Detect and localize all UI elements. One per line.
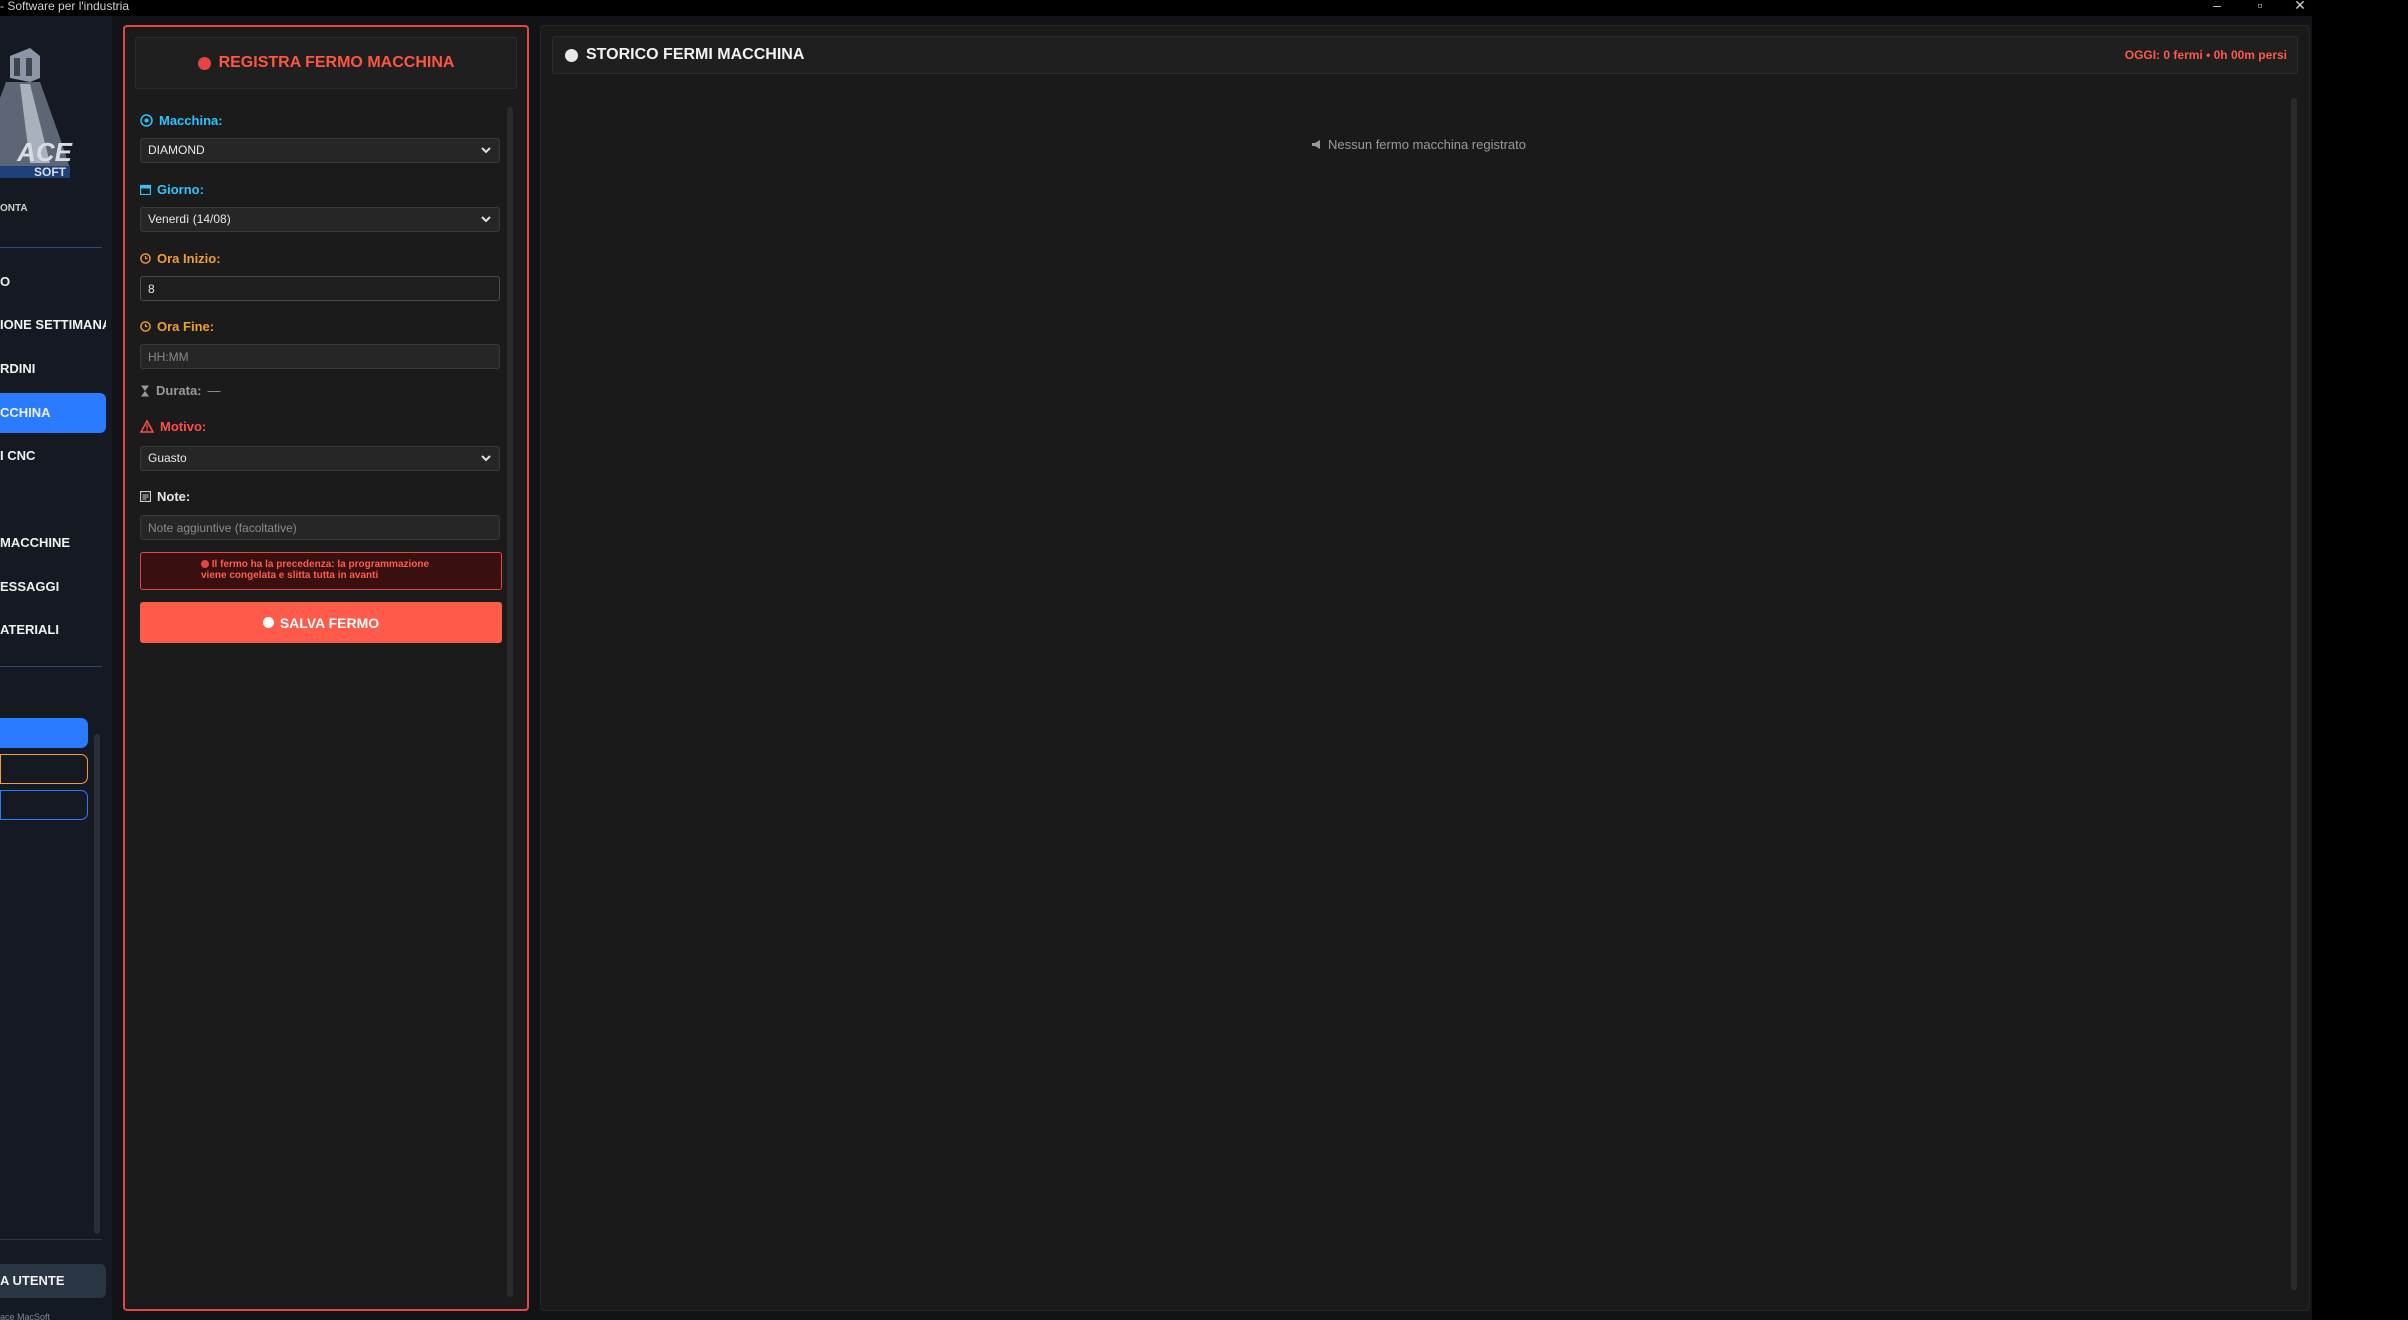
window-title-bar: - Software per l'industria – ▫ ✕	[0, 0, 2312, 16]
reason-select-value: Guasto	[148, 451, 187, 465]
form-header: REGISTRA FERMO MACCHINA	[135, 37, 517, 89]
note-icon	[140, 491, 151, 502]
calendar-icon	[140, 184, 151, 195]
history-panel: STORICO FERMI MACCHINA OGGI: 0 fermi • 0…	[540, 25, 2310, 1311]
duration-label: Durata:	[156, 383, 202, 398]
day-select-value: Venerdì (14/08)	[148, 212, 231, 226]
logo-text: ACE	[16, 137, 73, 167]
save-stop-button[interactable]: SALVA FERMO	[140, 602, 502, 643]
clock-icon	[140, 253, 151, 264]
form-title: REGISTRA FERMO MACCHINA	[218, 54, 455, 71]
sidebar-divider	[0, 1239, 102, 1240]
register-stop-panel: REGISTRA FERMO MACCHINA Macchina: DIAMON…	[123, 25, 529, 1311]
clock-icon	[140, 321, 151, 332]
machine-label: Macchina:	[140, 113, 223, 128]
sidebar-action-button[interactable]	[0, 754, 88, 784]
sidebar: ACE SOFT ONTA O IONE SETTIMANA RDINI CCH…	[0, 16, 112, 1320]
sidebar-scrollbar[interactable]	[94, 734, 100, 1234]
chevron-down-icon	[481, 147, 491, 154]
end-time-label-text: Ora Fine:	[157, 319, 215, 334]
form-scrollbar[interactable]	[507, 107, 513, 1297]
history-title-text: STORICO FERMI MACCHINA	[586, 46, 805, 63]
day-select[interactable]: Venerdì (14/08)	[140, 207, 500, 232]
chevron-down-icon	[481, 216, 491, 223]
sidebar-item-fermo-macchina[interactable]: CCHINA	[0, 393, 106, 433]
start-time-label-text: Ora Inizio:	[157, 251, 221, 266]
sidebar-item-2[interactable]: RDINI	[0, 349, 106, 389]
company-logo: ACE SOFT	[0, 38, 80, 188]
notes-label-text: Note:	[157, 489, 191, 504]
end-time-label: Ora Fine:	[140, 319, 214, 334]
empty-history-message: Nessun fermo macchina registrato	[1311, 137, 1526, 152]
day-label: Giorno:	[140, 182, 204, 197]
machine-label-text: Macchina:	[159, 113, 223, 128]
start-time-label: Ora Inizio:	[140, 251, 221, 266]
end-time-input[interactable]	[140, 344, 500, 369]
window-title: - Software per l'industria	[0, 0, 130, 13]
logo-caption: ONTA	[0, 203, 28, 214]
reason-label-text: Motivo:	[160, 419, 207, 434]
sidebar-action-button[interactable]	[0, 790, 88, 820]
sidebar-divider	[0, 247, 102, 248]
save-stop-label: SALVA FERMO	[279, 614, 380, 631]
history-scrollbar[interactable]	[2291, 98, 2297, 1290]
sidebar-item-0[interactable]: O	[0, 262, 106, 302]
reason-label: Motivo:	[140, 419, 206, 434]
notes-label: Note:	[140, 489, 190, 504]
gear-icon	[140, 114, 153, 127]
duration-value: —	[207, 383, 221, 398]
empty-history-text: Nessun fermo macchina registrato	[1328, 137, 1526, 152]
day-label-text: Giorno:	[157, 182, 204, 197]
warning-icon	[140, 420, 154, 433]
precedence-warning: Il fermo ha la precedenza: la programmaz…	[140, 552, 502, 590]
record-icon	[262, 617, 274, 628]
machine-select[interactable]: DIAMOND	[140, 138, 500, 163]
history-title: STORICO FERMI MACCHINA	[565, 37, 804, 73]
sidebar-divider	[0, 666, 102, 667]
chevron-down-icon	[481, 455, 491, 462]
sidebar-item-4[interactable]: I CNC	[0, 436, 106, 476]
maximize-button[interactable]: ▫	[2250, 0, 2270, 13]
sidebar-item-6[interactable]: ESSAGGI	[0, 567, 106, 607]
stop-icon	[201, 560, 209, 569]
hourglass-icon	[141, 385, 149, 396]
sidebar-item-1[interactable]: IONE SETTIMANA	[0, 305, 106, 345]
user-area-button[interactable]: A UTENTE	[0, 1264, 106, 1298]
sidebar-item-5[interactable]: MACCHINE	[0, 523, 106, 563]
history-header: STORICO FERMI MACCHINA OGGI: 0 fermi • 0…	[552, 36, 2298, 74]
precedence-warning-text: Il fermo ha la precedenza: la programmaz…	[201, 559, 430, 581]
sidebar-action-button[interactable]	[0, 718, 88, 748]
sidebar-footer: ace MacSoft	[0, 1312, 51, 1320]
minimize-button[interactable]: –	[2207, 0, 2227, 13]
close-button[interactable]: ✕	[2290, 0, 2310, 13]
duration-row: Durata: —	[140, 383, 221, 398]
stop-icon	[197, 56, 211, 70]
record-icon	[565, 48, 578, 62]
machine-select-value: DIAMOND	[148, 143, 205, 157]
notes-input[interactable]	[140, 515, 500, 540]
reason-select[interactable]: Guasto	[140, 446, 500, 471]
logo-subtext: SOFT	[34, 165, 67, 179]
start-time-input[interactable]	[140, 276, 500, 301]
sidebar-item-7[interactable]: ATERIALI	[0, 610, 106, 650]
megaphone-icon	[1312, 140, 1320, 149]
today-stats: OGGI: 0 fermi • 0h 00m persi	[2124, 48, 2287, 62]
